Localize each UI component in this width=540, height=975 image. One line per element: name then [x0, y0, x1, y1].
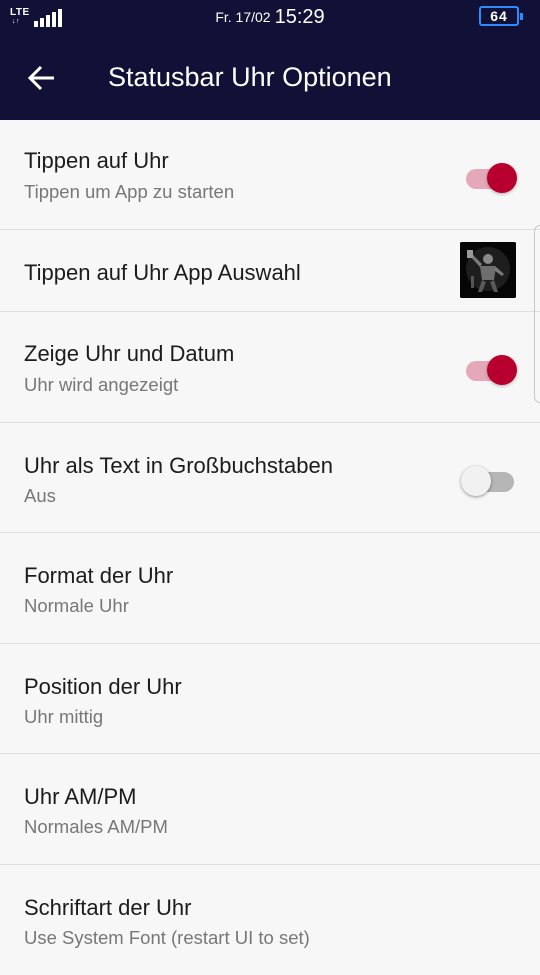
setting-title: Format der Uhr	[24, 563, 174, 588]
clock-area: Fr. 17/02 15:29	[0, 6, 540, 29]
arrow-left-icon[interactable]	[24, 60, 60, 96]
setting-title: Tippen auf Uhr App Auswahl	[24, 260, 301, 285]
setting-tippen-auf-uhr[interactable]: Tippen auf Uhr Tippen um App zu starten	[0, 120, 540, 230]
battery-level: 64	[490, 8, 508, 24]
page-title: Statusbar Uhr Optionen	[108, 62, 392, 92]
status-time: 15:29	[274, 6, 325, 28]
setting-title: Tippen auf Uhr	[24, 148, 169, 173]
setting-summary: Uhr mittig	[24, 706, 104, 727]
setting-summary: Normale Uhr	[24, 595, 129, 616]
grossbuchstaben-toggle[interactable]	[461, 461, 514, 496]
setting-uhr-am-pm[interactable]: Uhr AM/PM Normales AM/PM	[0, 754, 540, 865]
setting-title: Uhr als Text in Großbuchstaben	[24, 453, 333, 478]
setting-summary: Normales AM/PM	[24, 816, 168, 837]
setting-zeige-uhr-und-datum[interactable]: Zeige Uhr und Datum Uhr wird angezeigt	[0, 312, 540, 423]
warrior-app-icon	[460, 242, 516, 298]
setting-summary: Tippen um App zu starten	[24, 181, 235, 202]
status-date: Fr. 17/02	[215, 9, 271, 25]
status-bar: LTE ↓↑ Fr. 17/02 15:29 64	[0, 0, 540, 38]
setting-schriftart-der-uhr[interactable]: Schriftart der Uhr Use System Font (rest…	[0, 865, 540, 975]
setting-format-der-uhr[interactable]: Format der Uhr Normale Uhr	[0, 533, 540, 644]
tippen-auf-uhr-toggle[interactable]	[466, 158, 517, 193]
app-bar: LTE ↓↑ Fr. 17/02 15:29 64 Statusbar Uhr O…	[0, 0, 540, 120]
toggle-thumb	[487, 163, 517, 193]
settings-list: Tippen auf Uhr Tippen um App zu starten …	[0, 120, 540, 975]
setting-title: Zeige Uhr und Datum	[24, 341, 235, 366]
setting-summary: Aus	[24, 485, 56, 506]
toggle-thumb	[461, 466, 491, 496]
setting-app-auswahl[interactable]: Tippen auf Uhr App Auswahl	[0, 230, 540, 312]
setting-grossbuchstaben[interactable]: Uhr als Text in Großbuchstaben Aus	[0, 423, 540, 533]
zeige-uhr-toggle[interactable]	[466, 350, 517, 385]
setting-title: Uhr AM/PM	[24, 784, 137, 809]
setting-position-der-uhr[interactable]: Position der Uhr Uhr mittig	[0, 644, 540, 754]
setting-title: Schriftart der Uhr	[24, 895, 192, 920]
edge-panel-handle[interactable]	[534, 225, 540, 403]
setting-title: Position der Uhr	[24, 674, 182, 699]
setting-summary: Use System Font (restart UI to set)	[24, 927, 310, 948]
selected-app-icon[interactable]	[460, 242, 516, 298]
battery-icon: 64	[479, 6, 523, 26]
setting-summary: Uhr wird angezeigt	[24, 374, 179, 395]
toggle-thumb	[487, 355, 517, 385]
